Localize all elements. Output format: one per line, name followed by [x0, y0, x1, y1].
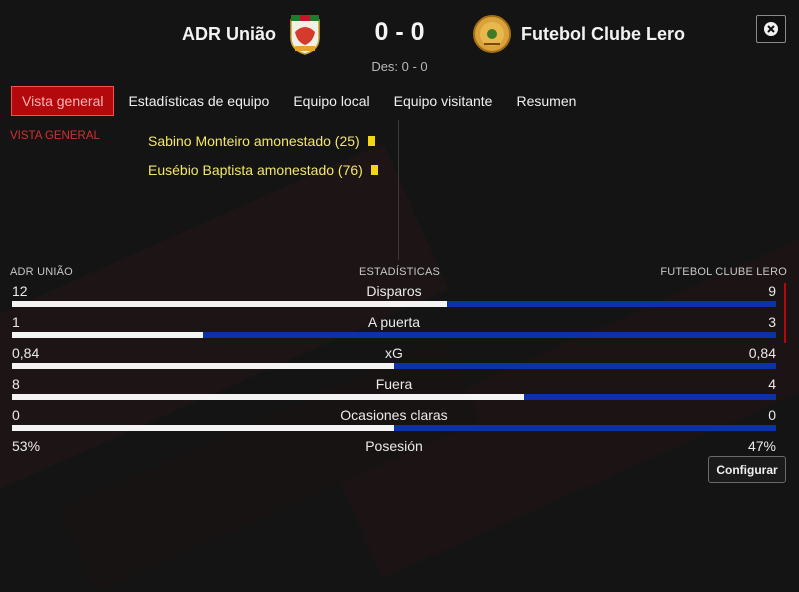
- tab-equipo-local[interactable]: Equipo local: [283, 86, 379, 116]
- away-team-name[interactable]: Futebol Clube Lero: [521, 24, 685, 45]
- stat-label: Fuera: [375, 376, 413, 392]
- stat-away-value: 0: [768, 407, 776, 423]
- fc-lero-crest-icon[interactable]: [472, 14, 512, 58]
- stat-away-value: 0,84: [748, 345, 776, 361]
- tab-resumen[interactable]: Resumen: [506, 86, 586, 116]
- stat-label: Posesión: [365, 438, 423, 454]
- halftime-score: Des: 0 - 0: [371, 59, 428, 74]
- stat-row: 0,84 xG 0,84: [12, 345, 776, 375]
- scrollbar-thumb[interactable]: [784, 283, 786, 343]
- stat-away-bar: [447, 301, 776, 307]
- tab-equipo-visitante[interactable]: Equipo visitante: [384, 86, 503, 116]
- stat-away-bar: [523, 394, 776, 400]
- stat-bar: [12, 425, 776, 431]
- tab-vista-general[interactable]: Vista general: [11, 86, 115, 116]
- event-text: Eusébio Baptista amonestado (76): [148, 161, 363, 178]
- stat-away-bar: [394, 425, 776, 431]
- stat-away-value: 4: [768, 376, 776, 392]
- match-header: ADR União 0 - 0 Des: 0 - 0 Futebol Clube…: [0, 0, 799, 80]
- stat-away-value: 3: [768, 314, 776, 330]
- stat-bar: [12, 363, 776, 369]
- stat-label: xG: [385, 345, 403, 361]
- stat-bar: [12, 394, 776, 400]
- section-label: VISTA GENERAL: [10, 130, 100, 142]
- stat-row: 12 Disparos 9: [12, 283, 776, 313]
- stat-home-bar: [12, 332, 203, 338]
- timeline-divider: [398, 120, 399, 260]
- close-icon: [764, 22, 778, 36]
- tab-bar: Vista general Estadísticas de equipo Equ…: [11, 86, 590, 116]
- stat-row: 1 A puerta 3: [12, 314, 776, 344]
- tab-estadisticas-de-equipo[interactable]: Estadísticas de equipo: [118, 86, 279, 116]
- stat-away-value: 47%: [747, 438, 776, 454]
- stat-label: Disparos: [366, 283, 422, 299]
- stat-home-bar: [12, 425, 394, 431]
- stat-bar: [12, 332, 776, 338]
- stat-away-bar: [203, 332, 776, 338]
- stat-home-bar: [12, 301, 448, 307]
- stat-home-bar: [12, 363, 394, 369]
- stat-row: 0 Ocasiones claras 0: [12, 407, 776, 437]
- stat-row: 53% Posesión 47%: [12, 438, 776, 468]
- stat-bar: [12, 301, 776, 307]
- configure-button[interactable]: Configurar: [708, 456, 786, 483]
- stats-away-header: FUTEBOL CLUBE LERO: [660, 266, 787, 278]
- event-item: Eusébio Baptista amonestado (76): [148, 155, 378, 184]
- stat-label: A puerta: [367, 314, 421, 330]
- event-item: Sabino Monteiro amonestado (25): [148, 126, 378, 155]
- event-text: Sabino Monteiro amonestado (25): [148, 132, 360, 149]
- event-list: Sabino Monteiro amonestado (25) Eusébio …: [148, 126, 378, 184]
- stat-row: 8 Fuera 4: [12, 376, 776, 406]
- close-button[interactable]: [756, 15, 786, 43]
- stat-label: Ocasiones claras: [340, 407, 448, 423]
- yellow-card-icon: [367, 135, 375, 146]
- stat-away-bar: [394, 363, 776, 369]
- yellow-card-icon: [370, 164, 378, 175]
- stat-away-value: 9: [768, 283, 776, 299]
- stat-home-bar: [12, 394, 524, 400]
